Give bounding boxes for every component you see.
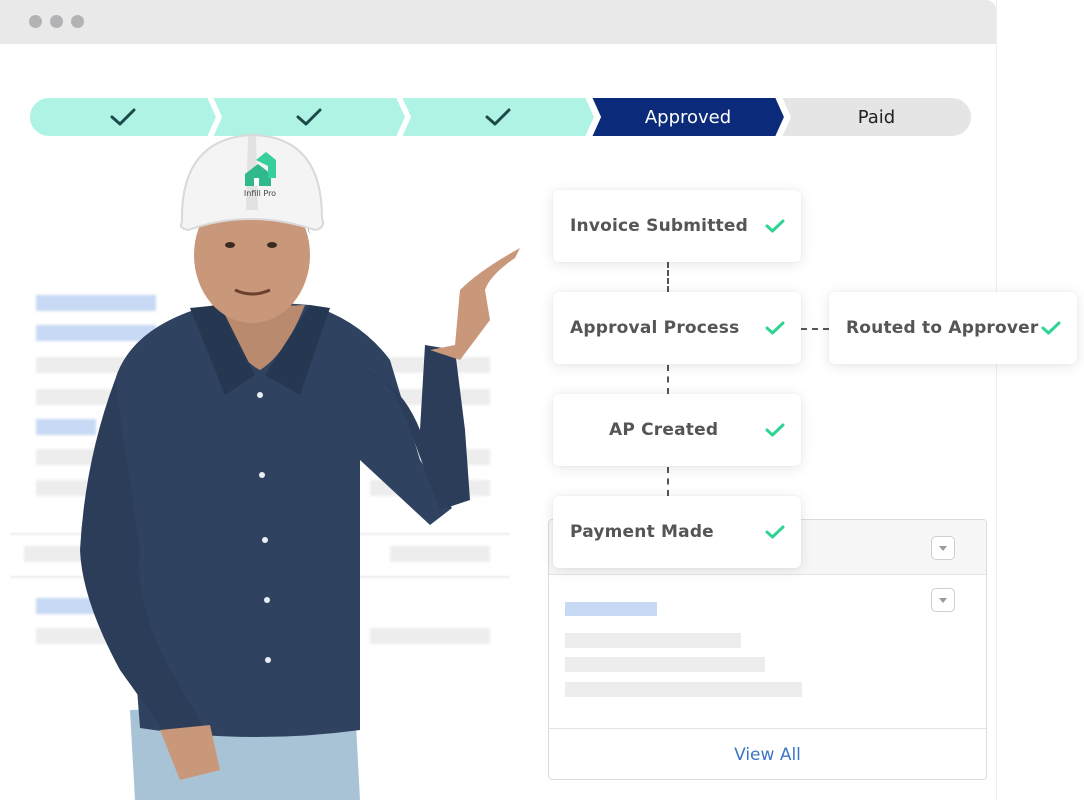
check-icon xyxy=(485,108,511,126)
flow-connector xyxy=(667,365,669,394)
window-control-dot[interactable] xyxy=(71,15,84,28)
flow-card-label: Payment Made xyxy=(570,522,714,542)
chevron-down-icon xyxy=(939,597,947,603)
flow-connector xyxy=(667,262,669,292)
panel-footer: View All xyxy=(549,728,986,780)
flow-connector xyxy=(801,328,829,330)
flow-card-label: Invoice Submitted xyxy=(570,216,748,236)
check-icon xyxy=(296,108,322,126)
window-control-dot[interactable] xyxy=(29,15,42,28)
flow-card-label: Routed to Approver xyxy=(846,318,1039,338)
construction-worker-illustration: Infill Pro xyxy=(80,133,520,800)
placeholder-line xyxy=(565,633,741,648)
flow-card-approval-process: Approval Process xyxy=(553,292,801,364)
check-icon xyxy=(765,423,785,437)
placeholder-line xyxy=(565,657,765,672)
window-titlebar xyxy=(0,0,996,44)
pointing-hand xyxy=(430,248,520,360)
window-control-dot[interactable] xyxy=(50,15,63,28)
check-icon xyxy=(765,219,785,233)
dropdown-toggle[interactable] xyxy=(931,536,955,560)
flow-card-routed-to-approver: Routed to Approver xyxy=(829,292,1077,364)
chevron-down-icon xyxy=(939,545,947,551)
placeholder-line xyxy=(565,682,802,697)
flow-card-payment-made: Payment Made xyxy=(553,496,801,568)
check-icon xyxy=(110,108,136,126)
hard-hat-brand: Infill Pro xyxy=(244,189,276,198)
check-icon xyxy=(1041,321,1061,335)
check-icon xyxy=(765,525,785,539)
view-all-link[interactable]: View All xyxy=(734,745,801,765)
flow-card-label: Approval Process xyxy=(570,318,740,338)
flow-card-invoice-submitted: Invoice Submitted xyxy=(553,190,801,262)
flow-connector xyxy=(667,467,669,496)
check-icon xyxy=(765,321,785,335)
step-label: Approved xyxy=(644,106,732,128)
step-paid[interactable]: Paid xyxy=(780,96,973,138)
step-approved[interactable]: Approved xyxy=(590,96,786,138)
flow-card-ap-created: AP Created xyxy=(553,394,801,466)
placeholder-line xyxy=(565,602,657,616)
step-label: Paid xyxy=(857,106,896,128)
flow-card-label: AP Created xyxy=(609,420,719,440)
dropdown-toggle[interactable] xyxy=(931,588,955,612)
